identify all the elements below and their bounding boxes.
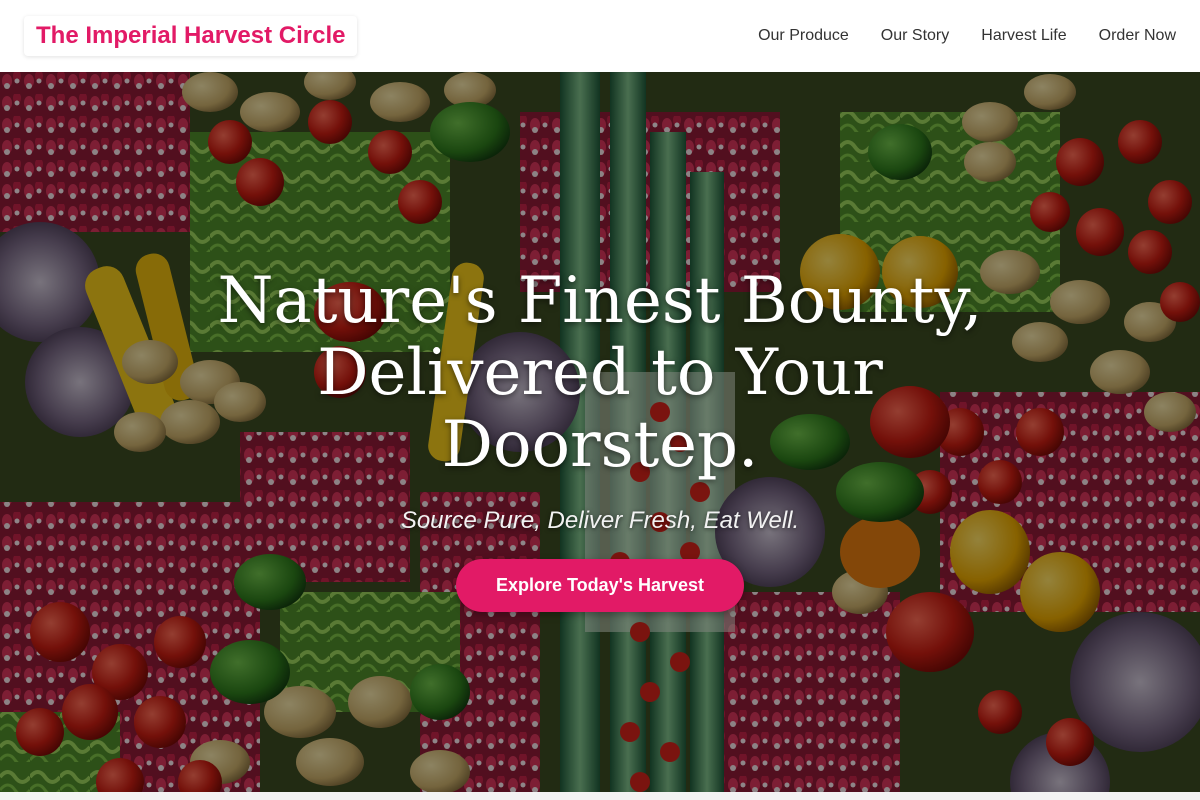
page-bottom-strip — [0, 792, 1200, 800]
nav-link-our-produce[interactable]: Our Produce — [758, 27, 849, 45]
hero-content: Nature's Finest Bounty, Delivered to You… — [0, 72, 1200, 792]
nav-link-order-now[interactable]: Order Now — [1099, 27, 1176, 45]
site-header: The Imperial Harvest Circle Our Produce … — [0, 0, 1200, 72]
nav-link-harvest-life[interactable]: Harvest Life — [981, 27, 1066, 45]
hero-subtitle: Source Pure, Deliver Fresh, Eat Well. — [400, 506, 800, 534]
site-logo[interactable]: The Imperial Harvest Circle — [24, 16, 358, 56]
hero-section: Nature's Finest Bounty, Delivered to You… — [0, 72, 1200, 792]
nav-link-our-story[interactable]: Our Story — [881, 27, 949, 45]
explore-harvest-button[interactable]: Explore Today's Harvest — [455, 558, 745, 612]
main-nav: Our Produce Our Story Harvest Life Order… — [758, 27, 1176, 45]
hero-title: Nature's Finest Bounty, Delivered to You… — [217, 263, 983, 482]
